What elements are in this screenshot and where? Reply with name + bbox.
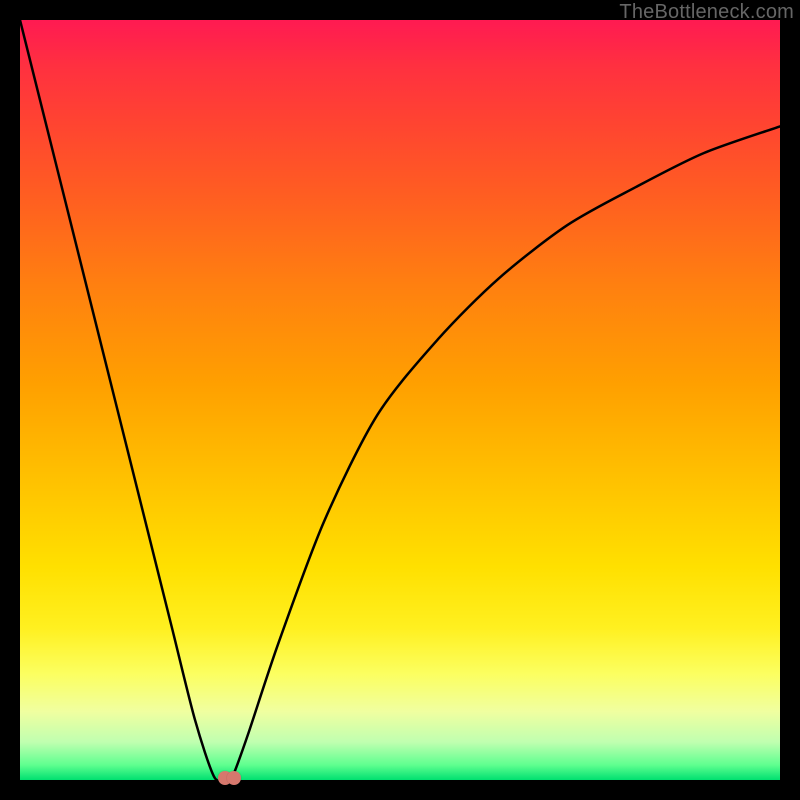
bottleneck-curve	[20, 20, 780, 780]
pink-dot-b	[227, 771, 241, 785]
chart-container: TheBottleneck.com	[0, 0, 800, 800]
plot-area	[20, 20, 780, 780]
curve-svg	[20, 20, 780, 780]
